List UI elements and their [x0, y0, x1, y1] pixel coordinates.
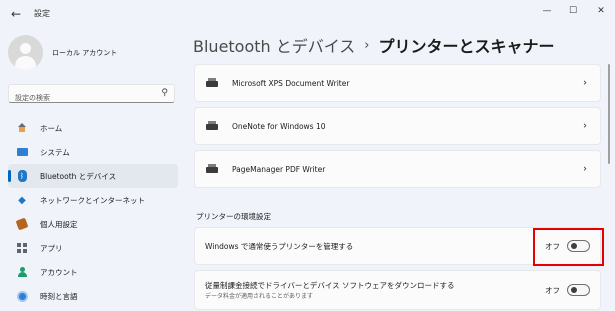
- sidebar-item-personalization[interactable]: 個人用設定: [8, 212, 178, 236]
- maximize-button[interactable]: ☐: [562, 2, 584, 20]
- breadcrumb-parent[interactable]: Bluetooth とデバイス: [193, 33, 355, 57]
- sidebar-item-label: ホーム: [40, 123, 63, 133]
- personalization-icon: [15, 217, 29, 231]
- printer-item-pagemanager[interactable]: PageManager PDF Writer ›: [194, 150, 601, 188]
- toggle-state-label: オフ: [545, 286, 560, 295]
- sidebar-item-home[interactable]: ホーム: [8, 116, 178, 140]
- section-heading: プリンターの環境設定: [196, 212, 271, 221]
- printer-icon: [206, 78, 218, 88]
- metered-download-toggle[interactable]: [567, 284, 590, 296]
- sidebar-item-label: システム: [40, 147, 70, 157]
- printer-icon: [206, 121, 218, 131]
- bluetooth-icon: ᛒ: [16, 170, 28, 182]
- sidebar-item-label: Bluetooth とデバイス: [40, 171, 117, 181]
- breadcrumb-separator: ›: [364, 37, 370, 53]
- sidebar-item-label: 個人用設定: [40, 219, 78, 229]
- search-input[interactable]: [9, 89, 149, 107]
- sidebar-item-label: アプリ: [40, 243, 63, 253]
- account-icon: [16, 266, 28, 278]
- search-box[interactable]: ⚲: [8, 84, 175, 107]
- time-language-icon: [16, 290, 28, 302]
- setting-metered-download: 従量制課金接続でドライバーとデバイス ソフトウェアをダウンロードする データ料金…: [194, 270, 601, 310]
- chevron-right-icon: ›: [583, 77, 587, 89]
- printer-item-xps[interactable]: Microsoft XPS Document Writer ›: [194, 64, 601, 102]
- highlight-box: [533, 228, 604, 266]
- setting-label: 従量制課金接続でドライバーとデバイス ソフトウェアをダウンロードする: [205, 281, 455, 290]
- avatar-icon: [8, 35, 43, 70]
- printer-name: Microsoft XPS Document Writer: [232, 78, 350, 88]
- sidebar-nav: ホーム システム ᛒ Bluetooth とデバイス ◆ ネットワークとインター…: [8, 116, 178, 308]
- sidebar-item-bluetooth-devices[interactable]: ᛒ Bluetooth とデバイス: [8, 164, 178, 188]
- sidebar-item-label: 時刻と言語: [40, 291, 78, 301]
- close-button[interactable]: ✕: [590, 2, 612, 20]
- sidebar-item-system[interactable]: システム: [8, 140, 178, 164]
- printer-icon: [206, 164, 218, 174]
- back-button[interactable]: ←: [8, 6, 24, 22]
- apps-icon: [16, 242, 28, 254]
- app-title: 設定: [34, 9, 50, 18]
- chevron-right-icon: ›: [583, 163, 587, 175]
- printer-item-onenote[interactable]: OneNote for Windows 10 ›: [194, 107, 601, 145]
- sidebar-item-accounts[interactable]: アカウント: [8, 260, 178, 284]
- sidebar-item-apps[interactable]: アプリ: [8, 236, 178, 260]
- title-bar: ← 設定 — ☐ ✕: [0, 0, 615, 28]
- setting-sublabel: データ料金が適用されることがあります: [205, 293, 314, 300]
- sidebar-item-label: アカウント: [40, 267, 78, 277]
- profile[interactable]: ローカル アカウント: [8, 35, 117, 70]
- sidebar-item-network[interactable]: ◆ ネットワークとインターネット: [8, 188, 178, 212]
- minimize-button[interactable]: —: [536, 2, 558, 20]
- setting-label: Windows で通常使うプリンターを管理する: [205, 242, 354, 251]
- breadcrumb: Bluetooth とデバイス › プリンターとスキャナー: [193, 33, 555, 57]
- printer-name: OneNote for Windows 10: [232, 121, 326, 131]
- page-title: プリンターとスキャナー: [378, 37, 555, 56]
- sidebar-item-label: ネットワークとインターネット: [40, 195, 145, 205]
- scrollbar-thumb[interactable]: [608, 64, 610, 164]
- search-icon[interactable]: ⚲: [161, 88, 168, 98]
- network-icon: ◆: [18, 194, 26, 206]
- system-icon: [16, 146, 28, 158]
- home-icon: [16, 122, 28, 134]
- chevron-right-icon: ›: [583, 120, 587, 132]
- sidebar-item-time-language[interactable]: 時刻と言語: [8, 284, 178, 308]
- printer-name: PageManager PDF Writer: [232, 164, 326, 174]
- account-name: ローカル アカウント: [52, 48, 118, 57]
